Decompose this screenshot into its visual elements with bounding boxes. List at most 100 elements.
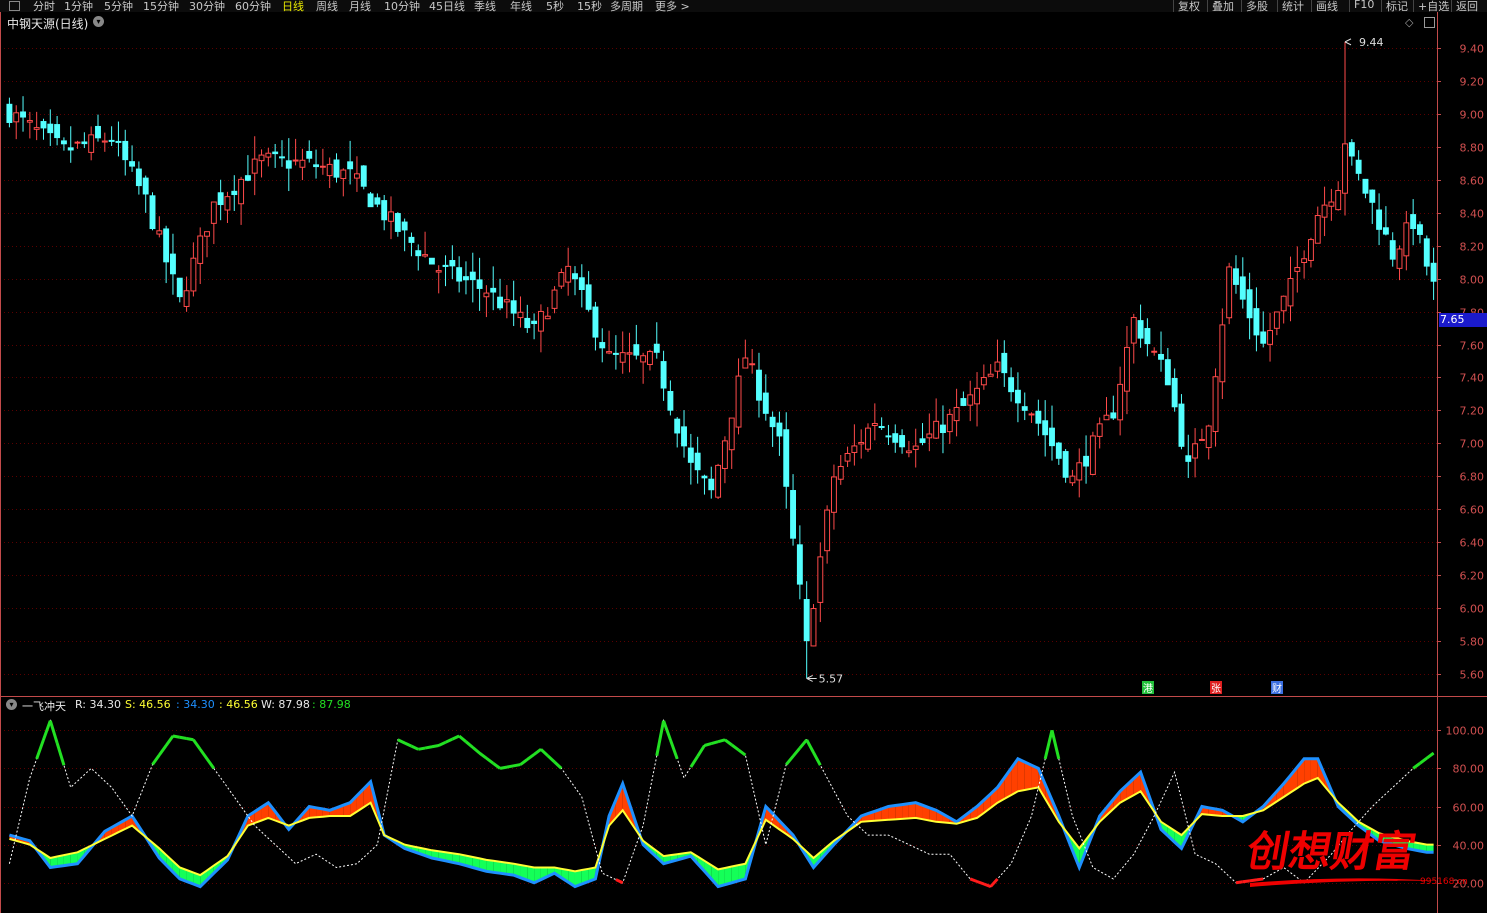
candle-body [626,352,633,355]
candle-body [1192,443,1199,459]
candle-body [374,197,381,205]
candle-body [176,277,183,298]
candle-body [1382,227,1389,235]
indicator-s-label: S: 46.56 [125,698,171,711]
candle-body [20,111,26,118]
y-tick-label: 6.40 [1460,537,1485,550]
candle-body [1110,412,1117,419]
rs-fill-segment [1304,758,1311,784]
badge-label: 张 [1211,683,1221,695]
indicator-v2: : 46.56 [219,698,258,711]
candle-body [26,120,33,123]
watermark-url: 995168.cn [1420,877,1468,887]
candle-body [115,140,122,143]
candle-body [728,417,735,451]
candle-body [408,236,415,243]
candle-body [129,161,136,167]
candle-body [238,178,245,205]
candle-body [694,452,701,471]
y-tick-label: 8.80 [1460,142,1485,155]
w-low-segment [1235,880,1244,885]
candle-body [851,445,858,453]
candle-body [1151,350,1158,353]
y-tick-label: 7.40 [1460,372,1485,385]
y-tick-label: 7.00 [1460,438,1485,451]
candle-body [858,441,865,445]
candle-body [1253,308,1260,336]
candle-body [142,177,149,195]
w-low-segment [1242,879,1250,884]
candle-body [790,490,797,539]
candle-body [660,361,667,389]
candle-body [272,151,279,155]
candle-body [54,124,61,139]
candle-body [544,315,551,320]
candle-body [483,292,490,298]
candle-body [183,290,190,307]
candle-body [633,344,640,356]
candle-body [606,351,613,354]
candle-body [830,476,837,513]
candle-body [646,351,653,365]
candle-body [769,416,776,428]
candle-body [510,300,517,314]
candle-body [960,398,967,406]
chevron-down-icon[interactable]: ▾ [6,699,17,710]
candle-body [422,254,429,257]
candle-body [796,544,803,585]
candle-body [980,377,987,386]
rs-fill-segment [1017,758,1025,792]
candle-body [442,264,449,267]
candle-body [1430,262,1437,282]
candle-body [1008,377,1015,393]
candle-body [67,147,74,151]
candle-body [231,190,238,196]
maximize-icon[interactable] [1424,17,1435,28]
candle-body [1389,240,1396,260]
high-marker-label: 9.44 [1359,36,1384,49]
w-high-segment [417,746,426,751]
candle-body [1042,420,1049,436]
candle-body [776,422,783,437]
diamond-icon[interactable]: ◇ [1405,16,1413,29]
candle-body [837,465,844,480]
candle-body [912,445,919,450]
candle-body [1301,258,1308,264]
candle-body [1205,425,1212,449]
candle-body [783,429,790,487]
y-tick-label: 6.00 [1460,603,1485,616]
y-tick-label: 9.20 [1460,76,1485,89]
candle-body [60,140,67,145]
candle-body [1178,403,1185,447]
candle-body [360,165,367,187]
stock-title[interactable]: 中钢天源(日线) [7,15,88,32]
candle-body [347,161,354,170]
y-tick-label: 8.00 [1460,274,1485,287]
candle-body [265,152,272,158]
w-high-segment [704,742,712,747]
candle-body [1376,209,1383,230]
candle-body [1049,427,1055,447]
candle-body [565,265,572,283]
candle-body [1001,352,1008,374]
chevron-down-icon[interactable]: ▾ [93,16,104,27]
y-tick-label: 60.00 [1453,802,1485,815]
candle-body [817,556,824,603]
candle-body [190,257,197,292]
candle-body [1246,289,1253,319]
low-marker-label: 5.57 [819,672,844,685]
candle-body [101,140,108,143]
candle-body [1348,142,1355,157]
indicator-v3: : 87.98 [312,698,351,711]
candle-body [319,165,326,168]
candle-body [394,213,401,232]
candle-body [1280,295,1287,312]
y-tick-label: 5.80 [1460,636,1485,649]
candle-body [701,475,708,479]
candle-body [619,352,626,363]
indicator-name[interactable]: 一飞冲天 [22,698,66,714]
candle-body [742,357,749,369]
candle-body [313,164,320,168]
candle-body [415,250,422,257]
candle-body [592,306,599,338]
